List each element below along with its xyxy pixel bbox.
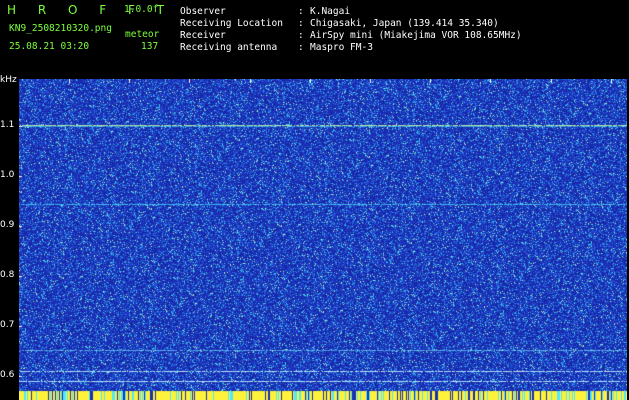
count-label: 137 (141, 41, 159, 52)
version-label: 1.0.0f (124, 4, 159, 15)
info-row-antenna-value: Maspro FM-3 (310, 42, 373, 53)
info-row-antenna-label: Receiving antenna (180, 42, 278, 53)
y-tick-label: 0.8 (0, 270, 15, 280)
info-colon: : (298, 30, 304, 41)
y-tick-label: 0.7 (0, 320, 15, 330)
spectrogram (19, 79, 627, 400)
y-tick-label: 0.9 (0, 220, 15, 230)
info-row-receiver-value: AirSpy mini (Miakejima VOR 108.65MHz) (310, 30, 522, 41)
y-unit-label: kHz (0, 75, 17, 85)
info-row-location-value: Chigasaki, Japan (139.414 35.340) (310, 18, 499, 29)
y-tick-label: 1.0 (0, 170, 15, 180)
filename-label: KN9_2508210320.png (9, 23, 112, 34)
info-row-observer-value: K.Nagai (310, 6, 351, 17)
datetime-label: 25.08.21 03:20 (9, 41, 90, 52)
info-row-observer-label: Observer (180, 6, 226, 17)
info-colon: : (298, 6, 304, 17)
y-tick-label: 0.6 (0, 370, 15, 380)
mode-label: meteor (125, 29, 160, 40)
info-colon: : (298, 42, 304, 53)
info-row-receiver-label: Receiver (180, 30, 226, 41)
y-tick-label: 1.1 (0, 120, 15, 130)
info-row-location-label: Receiving Location (180, 18, 283, 29)
info-colon: : (298, 18, 304, 29)
